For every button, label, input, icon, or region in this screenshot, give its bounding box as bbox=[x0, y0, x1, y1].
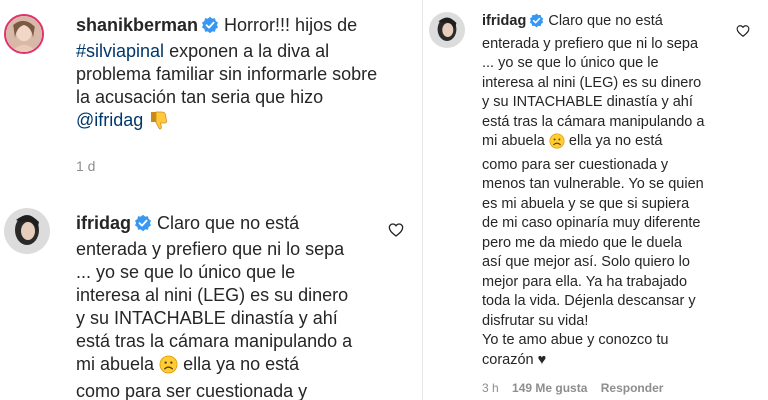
comment-text-line: corazón bbox=[482, 351, 534, 368]
comment-text-line: ella ya no está bbox=[564, 133, 663, 149]
avatar-image bbox=[4, 208, 50, 254]
reply-text-line: enterada y prefiero que ni lo sepa bbox=[76, 239, 345, 259]
mention-link[interactable]: @ifridag bbox=[76, 110, 143, 130]
post-username[interactable]: shanikberman bbox=[76, 15, 198, 35]
comment-text-line: menos tan vulnerable. Yo se quien bbox=[482, 176, 704, 192]
sad-face-emoji bbox=[549, 133, 565, 156]
post-timestamp: 1 d bbox=[76, 158, 96, 174]
heart-outline-icon[interactable] bbox=[388, 222, 404, 238]
comment-meta: 3 h 149 Me gusta Responder bbox=[482, 381, 673, 395]
comment-text-line: pero me da miedo que le duela bbox=[482, 234, 682, 251]
reply-text-line: ella ya no está bbox=[178, 354, 300, 374]
avatar-shanikberman[interactable] bbox=[4, 14, 44, 54]
verified-badge-icon bbox=[529, 13, 544, 35]
comment-text-line: toda la vida. Déjenla descansar y bbox=[482, 293, 696, 309]
thumbs-down-emoji bbox=[148, 110, 168, 136]
comment-text-line: Claro que no está bbox=[544, 13, 663, 29]
comment-text-line: de mi caso opinaría muy diferente bbox=[482, 215, 701, 231]
likes-count-button[interactable]: 149 Me gusta bbox=[512, 381, 587, 395]
reply-username[interactable]: ifridag bbox=[76, 213, 131, 233]
comment-timestamp: 3 h bbox=[482, 381, 499, 395]
post-text-line-2: exponen a la diva al bbox=[164, 41, 330, 61]
left-comment-panel: shanikberman Horror!!! hijos de #silviap… bbox=[0, 0, 422, 400]
comment-text-line: mejor para ella. Ya ha trabajado bbox=[482, 273, 688, 290]
comment-text-line: está tras la cámara manipulando a bbox=[482, 113, 705, 130]
avatar-image bbox=[6, 16, 42, 52]
comment-text-line: disfrutar su vida! bbox=[482, 312, 589, 329]
right-comment-panel: ifridag Claro que no está enterada y pre… bbox=[422, 0, 768, 400]
avatar-ifridag[interactable] bbox=[429, 12, 465, 48]
reply-text-line: ... yo se que lo único que le bbox=[76, 262, 296, 282]
reply-comment-text: ifridag Claro que no está enterada y pre… bbox=[76, 212, 406, 400]
post-text-line-3: problema familiar sin informarle sobre bbox=[76, 64, 378, 84]
comment-text-line: mi abuela bbox=[482, 133, 545, 149]
avatar-ifridag[interactable] bbox=[4, 208, 50, 254]
post-comment-text: shanikberman Horror!!! hijos de #silviap… bbox=[76, 14, 406, 136]
comment-username[interactable]: ifridag bbox=[482, 13, 526, 29]
sad-face-emoji bbox=[159, 355, 178, 380]
heart-outline-icon[interactable] bbox=[736, 24, 750, 38]
heart-emoji: ♥ bbox=[533, 351, 547, 368]
reply-text-line: como para ser cuestionada y bbox=[76, 381, 308, 400]
comment-text-line: enterada y prefiero que ni lo sepa bbox=[482, 35, 699, 52]
post-text-line-4: la acusación tan seria que hizo bbox=[76, 87, 324, 107]
verified-badge-icon bbox=[201, 16, 219, 40]
verified-badge-icon bbox=[134, 214, 152, 238]
comment-text-line: es mi abuela y se que si supiera bbox=[482, 195, 690, 212]
comment-text-line: ... yo se que lo único que le bbox=[482, 55, 659, 71]
comment-text-line: así que mejor así. Solo quiero lo bbox=[482, 254, 690, 270]
reply-text-line: Claro que no está bbox=[152, 213, 300, 233]
comment-text-line: y su INTACHABLE dinastía y ahí bbox=[482, 94, 693, 110]
comment-text-line: Yo te amo abue y conozco tu bbox=[482, 332, 669, 348]
hashtag-link[interactable]: #silviapinal bbox=[76, 41, 164, 61]
avatar-image bbox=[429, 12, 465, 48]
post-text-line-1: Horror!!! hijos de bbox=[219, 15, 358, 35]
reply-text-line: mi abuela bbox=[76, 354, 155, 374]
reply-text-line: está tras la cámara manipulando a bbox=[76, 331, 353, 351]
reply-text-line: interesa al nini (LEG) es su dinero bbox=[76, 285, 349, 305]
reply-button[interactable]: Responder bbox=[601, 381, 664, 395]
comment-text-line: interesa al nini (LEG) es su dinero bbox=[482, 74, 702, 91]
comment-text-line: como para ser cuestionada y bbox=[482, 156, 669, 173]
reply-text-line: y su INTACHABLE dinastía y ahí bbox=[76, 308, 338, 328]
comment-text: ifridag Claro que no está enterada y pre… bbox=[482, 12, 752, 370]
